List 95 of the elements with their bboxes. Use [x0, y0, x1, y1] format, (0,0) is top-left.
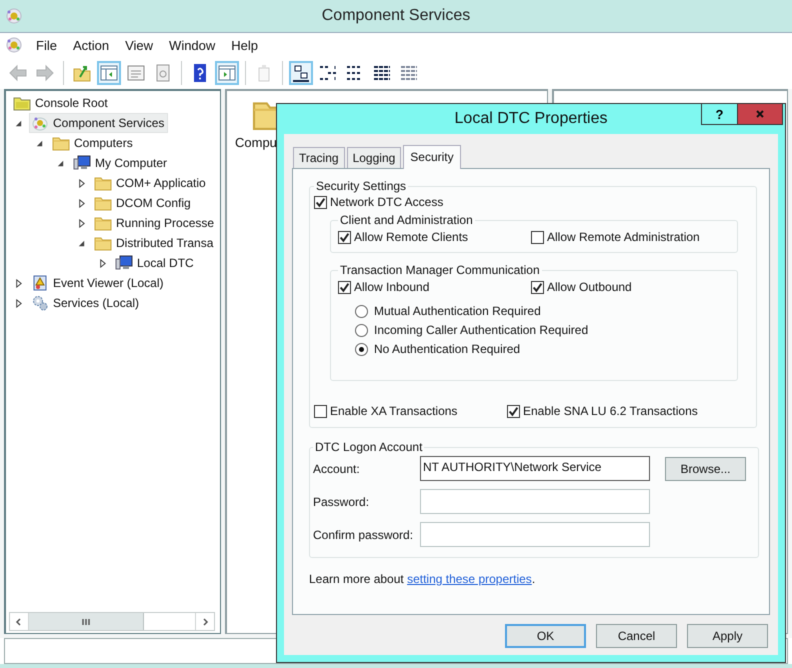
tree-item[interactable]: Running Processe: [92, 213, 218, 233]
group-title: Security Settings: [315, 179, 408, 193]
gears-icon: [31, 295, 49, 311]
tab[interactable]: Logging: [346, 147, 402, 168]
tab[interactable]: Tracing: [293, 147, 345, 168]
group-title: Transaction Manager Communication: [339, 263, 541, 277]
menu-item[interactable]: Action: [64, 36, 118, 54]
menu-item[interactable]: File: [28, 36, 65, 54]
collapsed-arrow-icon[interactable]: [14, 298, 23, 308]
checkbox[interactable]: [531, 280, 544, 294]
collapsed-arrow-icon[interactable]: [77, 218, 86, 228]
tab[interactable]: Security: [403, 145, 461, 169]
collapsed-arrow-icon[interactable]: [77, 178, 86, 188]
radio-label[interactable]: Mutual Authentication Required: [374, 304, 541, 318]
tree-item[interactable]: Computers: [50, 133, 137, 153]
folder-icon: [13, 95, 31, 111]
checkbox-label[interactable]: Allow Remote Administration: [547, 230, 700, 244]
folder-icon: [94, 195, 112, 211]
folder-icon: [94, 235, 112, 251]
input-field[interactable]: [420, 522, 650, 547]
checkbox-label[interactable]: Enable SNA LU 6.2 Transactions: [523, 404, 698, 418]
learn-more-text: Learn more about setting these properties.: [309, 572, 536, 586]
toolbar-button[interactable]: [289, 61, 313, 85]
radio-button[interactable]: [355, 304, 368, 318]
arrow-left-icon: [8, 63, 28, 83]
checkbox[interactable]: [531, 230, 544, 244]
checkbox[interactable]: [338, 230, 351, 244]
radio-button[interactable]: [355, 342, 368, 356]
tree-item[interactable]: Component Services: [29, 113, 168, 133]
computer-icon: [73, 155, 91, 171]
radio-button[interactable]: [355, 324, 368, 336]
dialog-button[interactable]: Cancel: [596, 624, 677, 648]
app-menu-icon[interactable]: [6, 37, 22, 53]
checkbox[interactable]: [314, 196, 327, 208]
settings-link[interactable]: setting these properties: [407, 572, 532, 586]
expanded-arrow-icon[interactable]: [35, 138, 44, 148]
arrow-right-icon: [35, 63, 55, 83]
radio-label[interactable]: Incoming Caller Authentication Required: [374, 323, 588, 337]
window-title: Component Services: [322, 7, 470, 25]
browse-button[interactable]: Browse...: [665, 456, 746, 480]
tree-item[interactable]: My Computer: [71, 153, 172, 173]
tree-item[interactable]: Distributed Transa: [92, 233, 218, 253]
expanded-arrow-icon[interactable]: [56, 158, 65, 168]
menu-item[interactable]: Help: [223, 36, 266, 54]
tree-item[interactable]: COM+ Applicatio: [92, 173, 210, 193]
checkbox-label[interactable]: Enable XA Transactions: [330, 404, 458, 418]
component-icon: [31, 115, 49, 131]
tree-item[interactable]: Local DTC: [113, 253, 198, 273]
checkbox-label[interactable]: Allow Outbound: [547, 280, 632, 294]
folder-up-icon: [72, 63, 92, 83]
tree-item[interactable]: DCOM Config: [92, 193, 195, 213]
close-icon: [755, 109, 765, 119]
details-icon: [372, 63, 392, 83]
app-icon[interactable]: [6, 8, 22, 24]
radio-label[interactable]: No Authentication Required: [374, 342, 520, 356]
dialog-title: Local DTC Properties: [454, 110, 608, 128]
dialog-button[interactable]: OK: [505, 624, 586, 648]
menu-item[interactable]: View: [117, 36, 162, 54]
tree-item[interactable]: Event Viewer (Local): [29, 273, 168, 293]
group-title: DTC Logon Account: [314, 440, 424, 454]
checkbox[interactable]: [314, 404, 327, 418]
tree-item[interactable]: Console Root: [11, 93, 112, 113]
checkbox-label[interactable]: Allow Inbound: [354, 280, 430, 294]
folder-icon: [94, 215, 112, 231]
close-button[interactable]: [737, 103, 783, 125]
collapsed-arrow-icon[interactable]: [14, 278, 23, 288]
input-field[interactable]: NT AUTHORITY\Network Service: [420, 456, 650, 481]
checkbox-label[interactable]: Network DTC Access: [330, 195, 444, 209]
scrollbar[interactable]: [9, 612, 215, 631]
group-title: Client and Administration: [339, 213, 474, 227]
small-icons-icon: [318, 63, 338, 83]
checkbox[interactable]: [507, 404, 520, 418]
expanded-arrow-icon[interactable]: [77, 238, 86, 248]
input-field[interactable]: [420, 489, 650, 514]
event-log-icon: [31, 275, 49, 291]
collapsed-arrow-icon[interactable]: [77, 198, 86, 208]
field-label: Password:: [313, 494, 370, 508]
field-label: Confirm password:: [313, 528, 414, 542]
grip-icon[interactable]: [81, 616, 91, 626]
pane-icon: [217, 63, 237, 83]
menu-item[interactable]: Window: [161, 36, 224, 54]
computer-icon: [115, 255, 133, 271]
checkbox[interactable]: [338, 280, 351, 294]
field-label: Account:: [313, 462, 361, 476]
pane-icon: [99, 63, 119, 83]
details-icon: [399, 63, 419, 83]
item-label[interactable]: Compu: [235, 135, 277, 150]
large-icons-icon: [291, 63, 311, 83]
dialog-button[interactable]: Apply: [687, 624, 768, 648]
expanded-arrow-icon[interactable]: [14, 118, 23, 128]
checkbox-label[interactable]: Allow Remote Clients: [354, 230, 468, 244]
folder-icon: [52, 135, 70, 151]
tree-item[interactable]: Services (Local): [29, 293, 144, 313]
collapsed-arrow-icon[interactable]: [98, 258, 107, 268]
folder-icon: [94, 175, 112, 191]
